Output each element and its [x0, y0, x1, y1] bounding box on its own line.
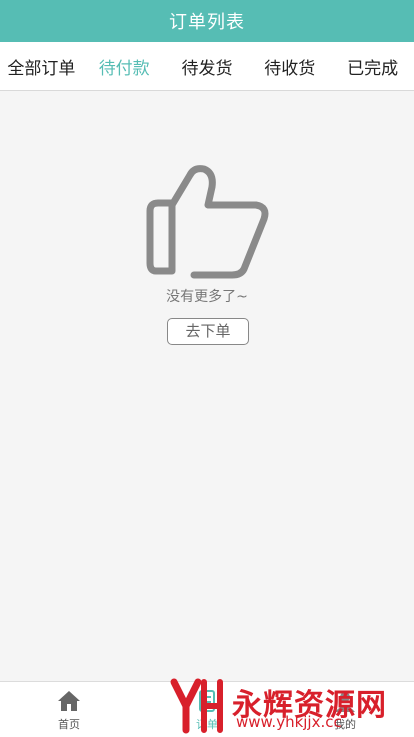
order-list-area[interactable]: 没有更多了~ 去下单	[0, 91, 414, 681]
order-icon	[199, 689, 215, 712]
bottom-nav: 首页 订单 我的	[0, 681, 414, 737]
user-icon	[335, 691, 355, 712]
thumbs-up-icon	[146, 165, 269, 279]
nav-label-mine: 我的	[334, 717, 356, 731]
page-title: 订单列表	[169, 12, 245, 33]
tab-all-orders[interactable]: 全部订单	[0, 54, 83, 79]
tab-pending-receipt[interactable]: 待收货	[248, 54, 331, 79]
nav-item-home[interactable]: 首页	[0, 682, 138, 737]
empty-message: 没有更多了~	[166, 289, 248, 305]
home-icon	[58, 690, 80, 711]
nav-item-orders[interactable]: 订单	[138, 682, 276, 737]
tab-completed[interactable]: 已完成	[331, 54, 414, 79]
top-bar: 订单列表	[0, 0, 414, 42]
tab-pending-shipment[interactable]: 待发货	[166, 54, 249, 79]
nav-item-mine[interactable]: 我的	[276, 682, 414, 737]
nav-label-orders: 订单	[196, 717, 218, 731]
tab-pending-payment[interactable]: 待付款	[83, 54, 166, 79]
nav-label-home: 首页	[58, 717, 80, 731]
go-order-button[interactable]: 去下单	[167, 318, 249, 345]
order-status-tabs: 全部订单 待付款 待发货 待收货 已完成	[0, 42, 414, 91]
